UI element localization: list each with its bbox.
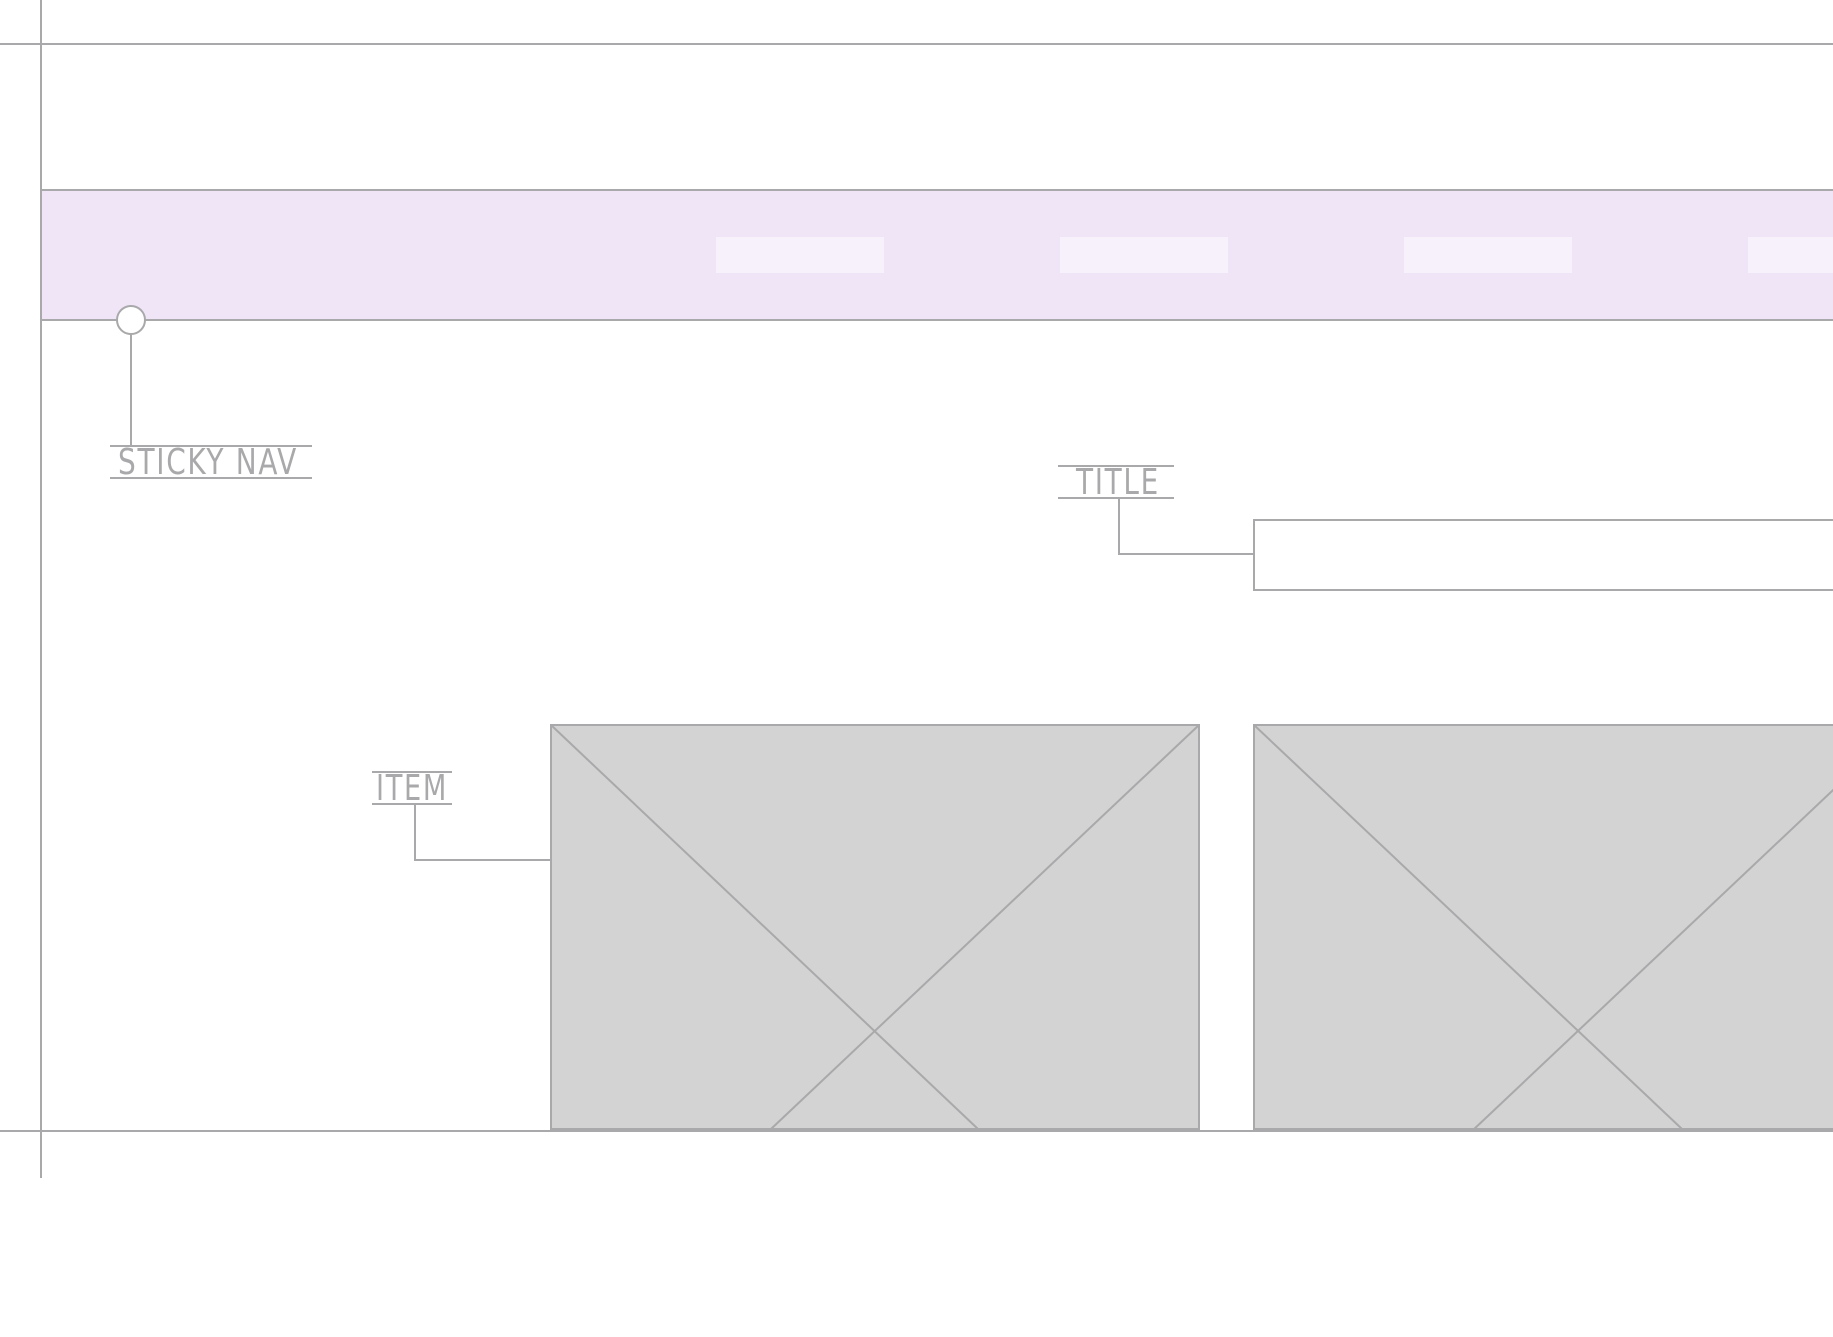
title-annotation-label: TITLE	[1075, 462, 1160, 503]
title-leader-line	[1118, 498, 1254, 555]
sticky-nav-bar	[40, 189, 1833, 321]
title-annotation: TITLE	[1058, 462, 1254, 555]
nav-link-placeholder-1[interactable]	[716, 237, 884, 273]
item-tile-2[interactable]	[1253, 724, 1833, 1132]
image-placeholder-1	[550, 724, 1200, 1130]
nav-link-placeholder-4[interactable]	[1748, 237, 1833, 273]
sticky-nav-annotation: STICKY NAV	[110, 305, 312, 483]
sticky-nav-annotation-label: STICKY NAV	[118, 442, 298, 483]
wireframe-canvas: STICKY NAV TITLE ITEM	[0, 0, 1833, 1178]
nav-link-placeholder-2[interactable]	[1060, 237, 1228, 273]
item-annotation-label: ITEM	[376, 768, 448, 809]
title-placeholder-box	[1253, 519, 1833, 591]
sticky-nav-anchor-dot	[116, 305, 146, 335]
image-placeholder-2	[1253, 724, 1833, 1130]
item-leader-line	[414, 804, 551, 861]
item-tile-1[interactable]	[550, 724, 1200, 1130]
nav-link-placeholder-3[interactable]	[1404, 237, 1572, 273]
item-annotation: ITEM	[372, 768, 551, 861]
